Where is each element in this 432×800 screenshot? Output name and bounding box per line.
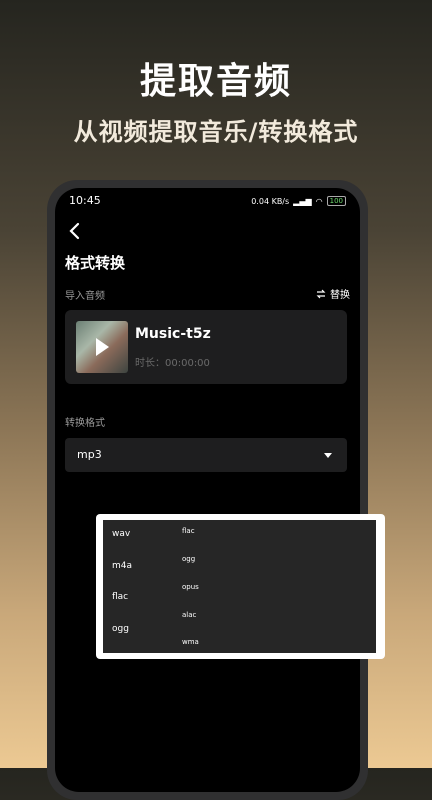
option-opus[interactable]: opus — [182, 583, 199, 591]
swap-icon — [316, 289, 326, 298]
wifi-icon: ◠ — [315, 196, 323, 206]
battery-icon: 100 — [326, 196, 346, 206]
option-wma[interactable]: wma — [182, 638, 199, 646]
chevron-down-icon — [324, 453, 332, 458]
import-section-label: 导入音频 — [65, 291, 105, 302]
audio-thumbnail[interactable] — [76, 321, 128, 373]
promo-title: 提取音频 — [139, 61, 292, 102]
option-wav[interactable]: wav — [112, 529, 130, 539]
status-icons: 0.04 KB/s ▂▄▆ ◠ 100 — [251, 196, 346, 206]
audio-duration: 时长：00:00:00 — [135, 358, 210, 369]
format-select[interactable]: mp3 — [65, 438, 347, 472]
option-m4a[interactable]: m4a — [112, 561, 132, 571]
status-time: 10:45 — [69, 194, 101, 207]
replace-label: 替换 — [330, 290, 350, 301]
net-speed: 0.04 KB/s — [251, 196, 290, 206]
option-flac[interactable]: flac — [112, 592, 128, 602]
back-button[interactable] — [65, 219, 85, 243]
option-flac-alt[interactable]: flac — [182, 527, 195, 535]
audio-card[interactable]: Music-t5z 时长：00:00:00 — [65, 310, 347, 384]
format-dropdown: wav m4a flac ogg flac ogg opus alac wma — [96, 514, 385, 659]
convert-section-label: 转换格式 — [65, 418, 105, 429]
option-alac[interactable]: alac — [182, 611, 196, 619]
signal-icon: ▂▄▆ — [293, 196, 312, 206]
phone-frame: 10:45 0.04 KB/s ▂▄▆ ◠ 100 格式转换 导入音频 替换 M… — [47, 180, 368, 800]
option-ogg-alt[interactable]: ogg — [182, 555, 195, 563]
status-bar: 10:45 0.04 KB/s ▂▄▆ ◠ 100 — [55, 194, 360, 210]
replace-button[interactable]: 替换 — [316, 286, 350, 301]
format-select-value: mp3 — [77, 448, 102, 461]
play-icon — [96, 338, 109, 356]
chevron-left-icon — [69, 222, 80, 240]
option-ogg[interactable]: ogg — [112, 624, 129, 634]
promo-subtitle: 从视频提取音乐/转换格式 — [73, 118, 359, 146]
app-screen: 10:45 0.04 KB/s ▂▄▆ ◠ 100 格式转换 导入音频 替换 M… — [55, 188, 360, 792]
audio-name: Music-t5z — [135, 326, 211, 342]
format-dropdown-list: wav m4a flac ogg flac ogg opus alac wma — [103, 520, 376, 653]
page-title: 格式转换 — [65, 254, 126, 272]
